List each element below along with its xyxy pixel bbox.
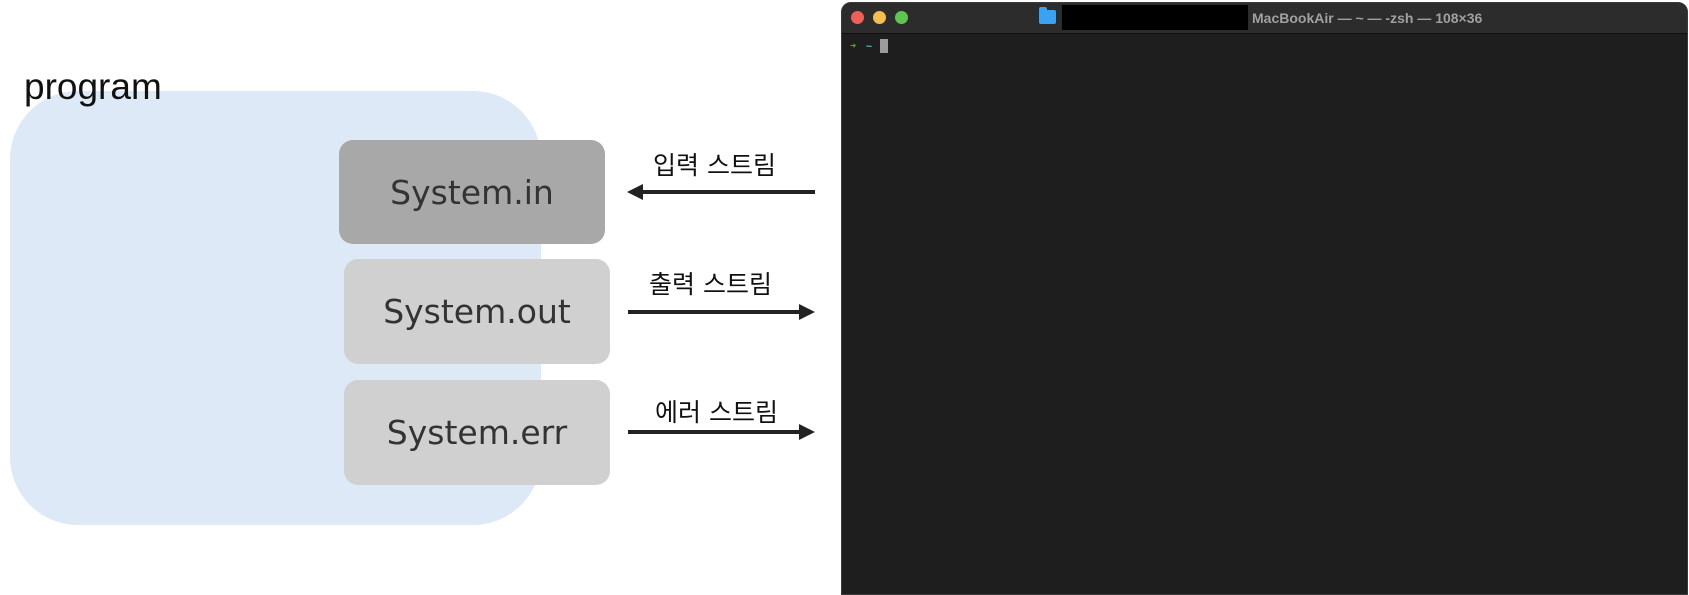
minimize-button[interactable] — [873, 11, 886, 24]
maximize-button[interactable] — [895, 11, 908, 24]
terminal-window[interactable]: MacBookAir — ~ — -zsh — 108×36 ➜ ~ — [841, 2, 1688, 595]
prompt-path: ~ — [866, 40, 873, 52]
error-stream-arrow — [628, 424, 815, 440]
terminal-prompt[interactable]: ➜ ~ — [850, 39, 889, 53]
prompt-arrow-icon: ➜ — [850, 40, 857, 52]
redacted-username — [1062, 5, 1248, 30]
text-cursor — [880, 39, 889, 53]
terminal-title: MacBookAir — ~ — -zsh — 108×36 — [1252, 10, 1483, 26]
close-button[interactable] — [851, 11, 864, 24]
folder-icon — [1039, 7, 1056, 24]
input-stream-arrow — [627, 184, 815, 200]
output-stream-arrow — [628, 304, 815, 320]
terminal-titlebar[interactable]: MacBookAir — ~ — -zsh — 108×36 — [842, 3, 1687, 34]
